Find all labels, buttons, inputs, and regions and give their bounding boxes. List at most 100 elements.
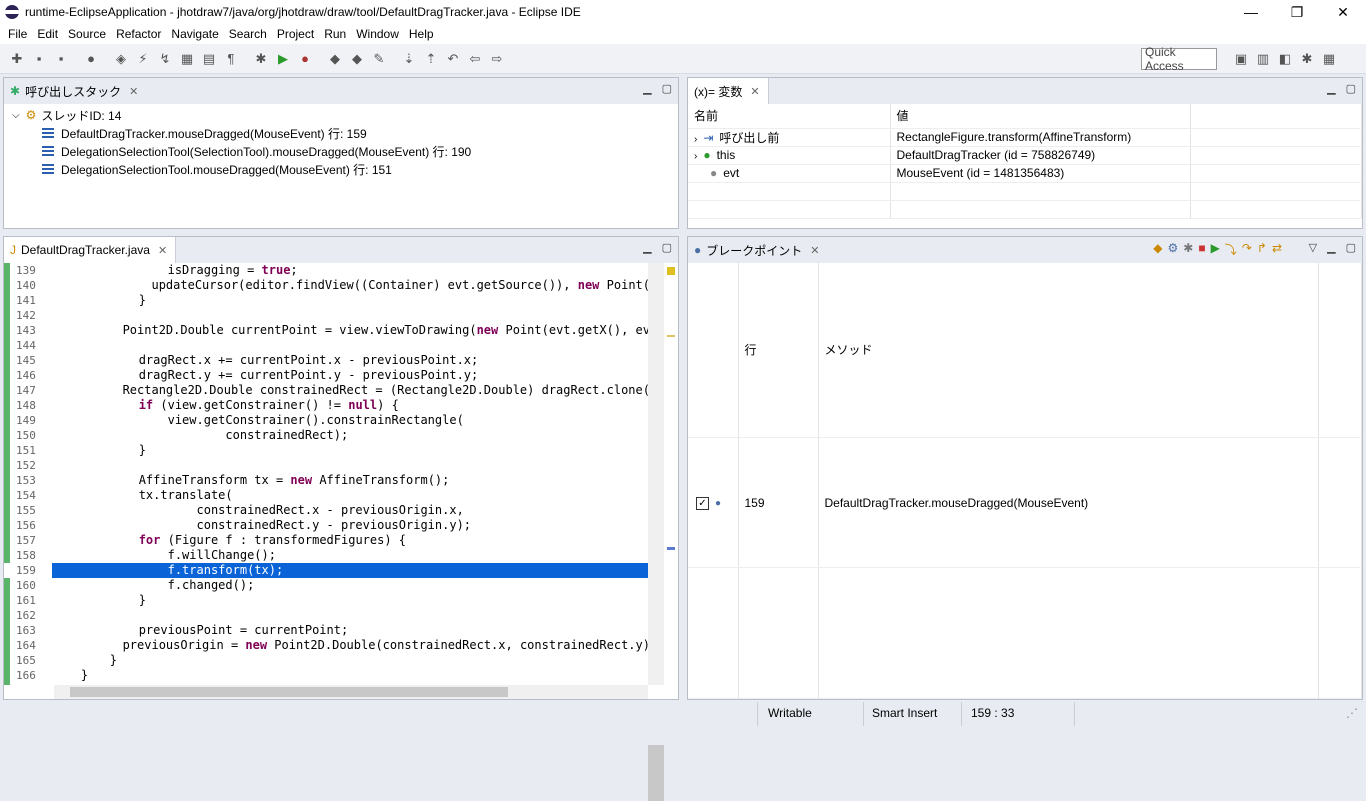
close-button[interactable]: ✕ [1320, 0, 1366, 24]
next-annotation-icon[interactable]: ⇣ [398, 48, 420, 70]
code-line[interactable]: 150 constrainedRect); [4, 428, 648, 443]
table-row[interactable]: ● evt MouseEvent (id = 1481356483) [688, 164, 1362, 183]
tab-breakpoints[interactable]: ● ブレークポイント ✕ [688, 237, 827, 263]
warning-marker[interactable] [667, 267, 675, 275]
new-icon[interactable]: ✚ [6, 48, 28, 70]
resume-icon[interactable]: ▶ [1211, 241, 1220, 258]
code-line[interactable]: 151 } [4, 443, 648, 458]
code-line[interactable]: 155 constrainedRect.x - previousOrigin.x… [4, 503, 648, 518]
maximize-icon[interactable]: ▢ [1346, 241, 1356, 254]
code-line[interactable]: 166 } [4, 668, 648, 683]
menu-file[interactable]: File [3, 27, 32, 41]
maximize-icon[interactable]: ▢ [662, 241, 672, 254]
resource-perspective-icon[interactable]: ▦ [1318, 48, 1340, 70]
code-line[interactable]: 157 for (Figure f : transformedFigures) … [4, 533, 648, 548]
code-line[interactable]: 145 dragRect.x += currentPoint.x - previ… [4, 353, 648, 368]
vertical-scrollbar[interactable] [648, 263, 664, 685]
menu-help[interactable]: Help [404, 27, 439, 41]
code-line[interactable]: 164 previousOrigin = new Point2D.Double(… [4, 638, 648, 653]
checkbox[interactable]: ✓ [696, 497, 709, 510]
link-icon[interactable]: ⚙ [1167, 241, 1178, 258]
minimize-icon[interactable]: ▁ [643, 241, 651, 254]
coverage-icon[interactable]: ● [294, 48, 316, 70]
minimize-icon[interactable]: ▁ [1327, 82, 1335, 95]
java-perspective-icon[interactable]: ▥ [1252, 48, 1274, 70]
open-perspective-icon[interactable]: ▣ [1230, 48, 1252, 70]
prev-annotation-icon[interactable]: ⇡ [420, 48, 442, 70]
close-icon[interactable]: ✕ [750, 85, 759, 98]
code-line[interactable]: 142 [4, 308, 648, 323]
code-area[interactable]: 139 isDragging = true; 140 updateCursor(e… [4, 263, 648, 685]
code-line[interactable]: 143 Point2D.Double currentPoint = view.v… [4, 323, 648, 338]
tab-variables[interactable]: (x)= 変数 ✕ [688, 78, 769, 104]
code-line[interactable]: 154 tx.translate( [4, 488, 648, 503]
stack-icon[interactable]: ▤ [198, 48, 220, 70]
code-line[interactable]: 158 f.willChange(); [4, 548, 648, 563]
code-line[interactable]: 163 previousPoint = currentPoint; [4, 623, 648, 638]
table-row[interactable]: › ● this DefaultDragTracker (id = 758826749… [688, 146, 1362, 165]
code-line[interactable]: 139 isDragging = true; [4, 263, 648, 278]
save-all-icon[interactable]: ▪ [50, 48, 72, 70]
code-line[interactable]: 148 if (view.getConstrainer() != null) { [4, 398, 648, 413]
step-filter-icon[interactable]: ⚡ [132, 48, 154, 70]
code-line[interactable]: 141 } [4, 293, 648, 308]
occurrence-marker[interactable] [667, 335, 675, 337]
chevron-down-icon[interactable]: ⌵ [12, 110, 20, 121]
stack-frame[interactable]: DefaultDragTracker.mouseDragged(MouseEve… [4, 124, 678, 142]
code-line[interactable]: 146 dragRect.y += currentPoint.y - previ… [4, 368, 648, 383]
menu-search[interactable]: Search [224, 27, 272, 41]
code-line[interactable]: 156 constrainedRect.y - previousOrigin.y… [4, 518, 648, 533]
menu-navigate[interactable]: Navigate [166, 27, 223, 41]
maximize-icon[interactable]: ▢ [662, 82, 672, 95]
debug-target-icon[interactable]: ● [80, 48, 102, 70]
column-header-value[interactable]: 値 [890, 104, 1191, 129]
restore-button[interactable]: ❐ [1274, 0, 1320, 24]
menu-source[interactable]: Source [63, 27, 111, 41]
search-icon[interactable]: ✎ [368, 48, 390, 70]
code-line[interactable]: 149 view.getConstrainer().constrainRecta… [4, 413, 648, 428]
step-over-icon[interactable]: ↷ [1242, 241, 1252, 258]
table-row[interactable]: › ⇥ 呼び出し前 RectangleFigure.transform(AffineT… [688, 128, 1362, 147]
git-perspective-icon[interactable]: ◧ [1274, 48, 1296, 70]
menu-refactor[interactable]: Refactor [111, 27, 166, 41]
open-type-icon[interactable]: ◆ [324, 48, 346, 70]
close-icon[interactable]: ✕ [129, 85, 138, 98]
maximize-icon[interactable]: ▢ [1346, 82, 1356, 95]
step-return-icon[interactable]: ↱ [1257, 241, 1267, 258]
terminate-icon[interactable]: ■ [1198, 241, 1205, 258]
menu-project[interactable]: Project [272, 27, 319, 41]
code-line[interactable]: 153 AffineTransform tx = new AffineTrans… [4, 473, 648, 488]
vertical-scroll-thumb[interactable] [648, 745, 664, 801]
code-line[interactable]: 152 [4, 458, 648, 473]
copy-stack-icon[interactable]: ▦ [176, 48, 198, 70]
skip-icon[interactable]: ✱ [1183, 241, 1193, 258]
code-line[interactable]: 140 updateCursor(editor.findView((Contai… [4, 278, 648, 293]
run-icon[interactable]: ▶ [272, 48, 294, 70]
table-row[interactable]: ✓ ● 159 DefaultDragTracker.mouseDragged(Mou… [688, 437, 1362, 569]
minimize-icon[interactable]: ▁ [1327, 241, 1335, 254]
column-header-method[interactable]: メソッド [818, 263, 1319, 438]
tab-editor[interactable]: J DefaultDragTracker.java ✕ [4, 237, 177, 263]
minimize-button[interactable]: — [1228, 0, 1274, 24]
paragraph-icon[interactable]: ¶ [220, 48, 242, 70]
expand-all-icon[interactable]: ⇄ [1272, 241, 1282, 258]
step-into-icon[interactable]: ⤵ [1225, 241, 1237, 258]
save-icon[interactable]: ▪ [28, 48, 50, 70]
occurrence-marker[interactable] [667, 547, 675, 550]
chevron-right-icon[interactable]: › [694, 151, 697, 162]
column-header-name[interactable]: 名前 [688, 104, 891, 129]
close-icon[interactable]: ✕ [810, 244, 819, 257]
code-line[interactable]: 162 [4, 608, 648, 623]
stack-frame[interactable]: DelegationSelectionTool.mouseDragged(Mou… [4, 160, 678, 178]
menu-edit[interactable]: Edit [32, 27, 63, 41]
chevron-right-icon[interactable]: › [694, 134, 697, 145]
close-icon[interactable]: ✕ [158, 244, 167, 257]
last-edit-icon[interactable]: ↶ [442, 48, 464, 70]
back-icon[interactable]: ⇦ [464, 48, 486, 70]
menu-run[interactable]: Run [319, 27, 351, 41]
code-line[interactable]: 159 f.transform(tx); [4, 563, 648, 578]
quick-access-input[interactable]: Quick Access [1141, 45, 1217, 73]
code-line[interactable]: 161 } [4, 593, 648, 608]
overview-ruler[interactable] [664, 263, 678, 685]
code-line[interactable]: 147 Rectangle2D.Double constrainedRect =… [4, 383, 648, 398]
